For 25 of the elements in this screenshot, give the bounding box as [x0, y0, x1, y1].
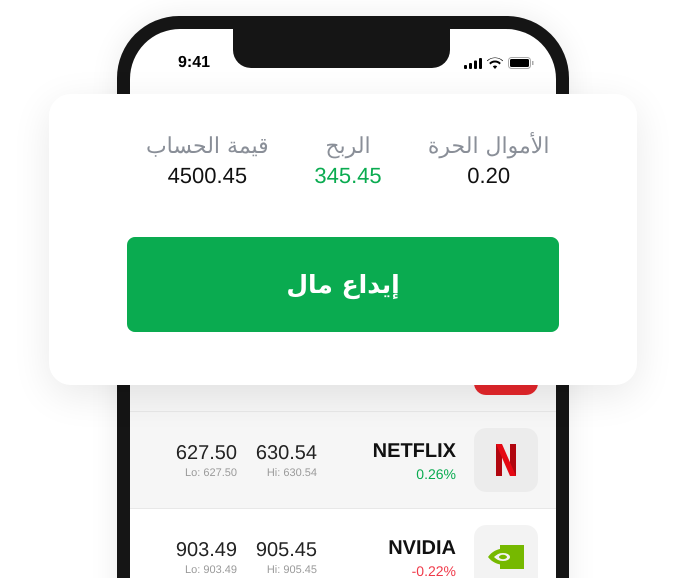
wifi-icon	[487, 57, 503, 69]
signal-icon	[464, 58, 482, 68]
battery-icon	[508, 57, 534, 69]
high-price: 905.45	[256, 539, 317, 562]
low-price: 627.50	[176, 442, 237, 465]
high-price: 630.54	[256, 442, 317, 465]
low-label: Lo: 903.49	[185, 565, 237, 576]
stock-name: NVIDIA	[388, 537, 456, 560]
stock-name: NETFLIX	[372, 440, 456, 463]
deposit-button[interactable]: إيداع مال	[127, 237, 559, 332]
netflix-logo	[496, 444, 516, 476]
stat-label: الربح	[325, 134, 371, 159]
stock-change: 0.26%	[416, 466, 456, 482]
stat-value: 4500.45	[168, 163, 248, 189]
stock-change: -0.22%	[412, 563, 456, 578]
stat-label: الأموال الحرة	[428, 134, 550, 159]
high-label: Hi: 905.45	[266, 565, 317, 576]
stat-value: 0.20	[467, 163, 510, 189]
low-price: 903.49	[176, 539, 237, 562]
eye-logo	[488, 545, 524, 569]
low-label: Lo: 627.50	[185, 468, 237, 479]
stat-value: 345.45	[314, 163, 382, 189]
status-time: 9:41	[178, 54, 210, 72]
stat-label: قيمة الحساب	[146, 134, 269, 159]
high-label: Hi: 630.54	[266, 468, 317, 479]
